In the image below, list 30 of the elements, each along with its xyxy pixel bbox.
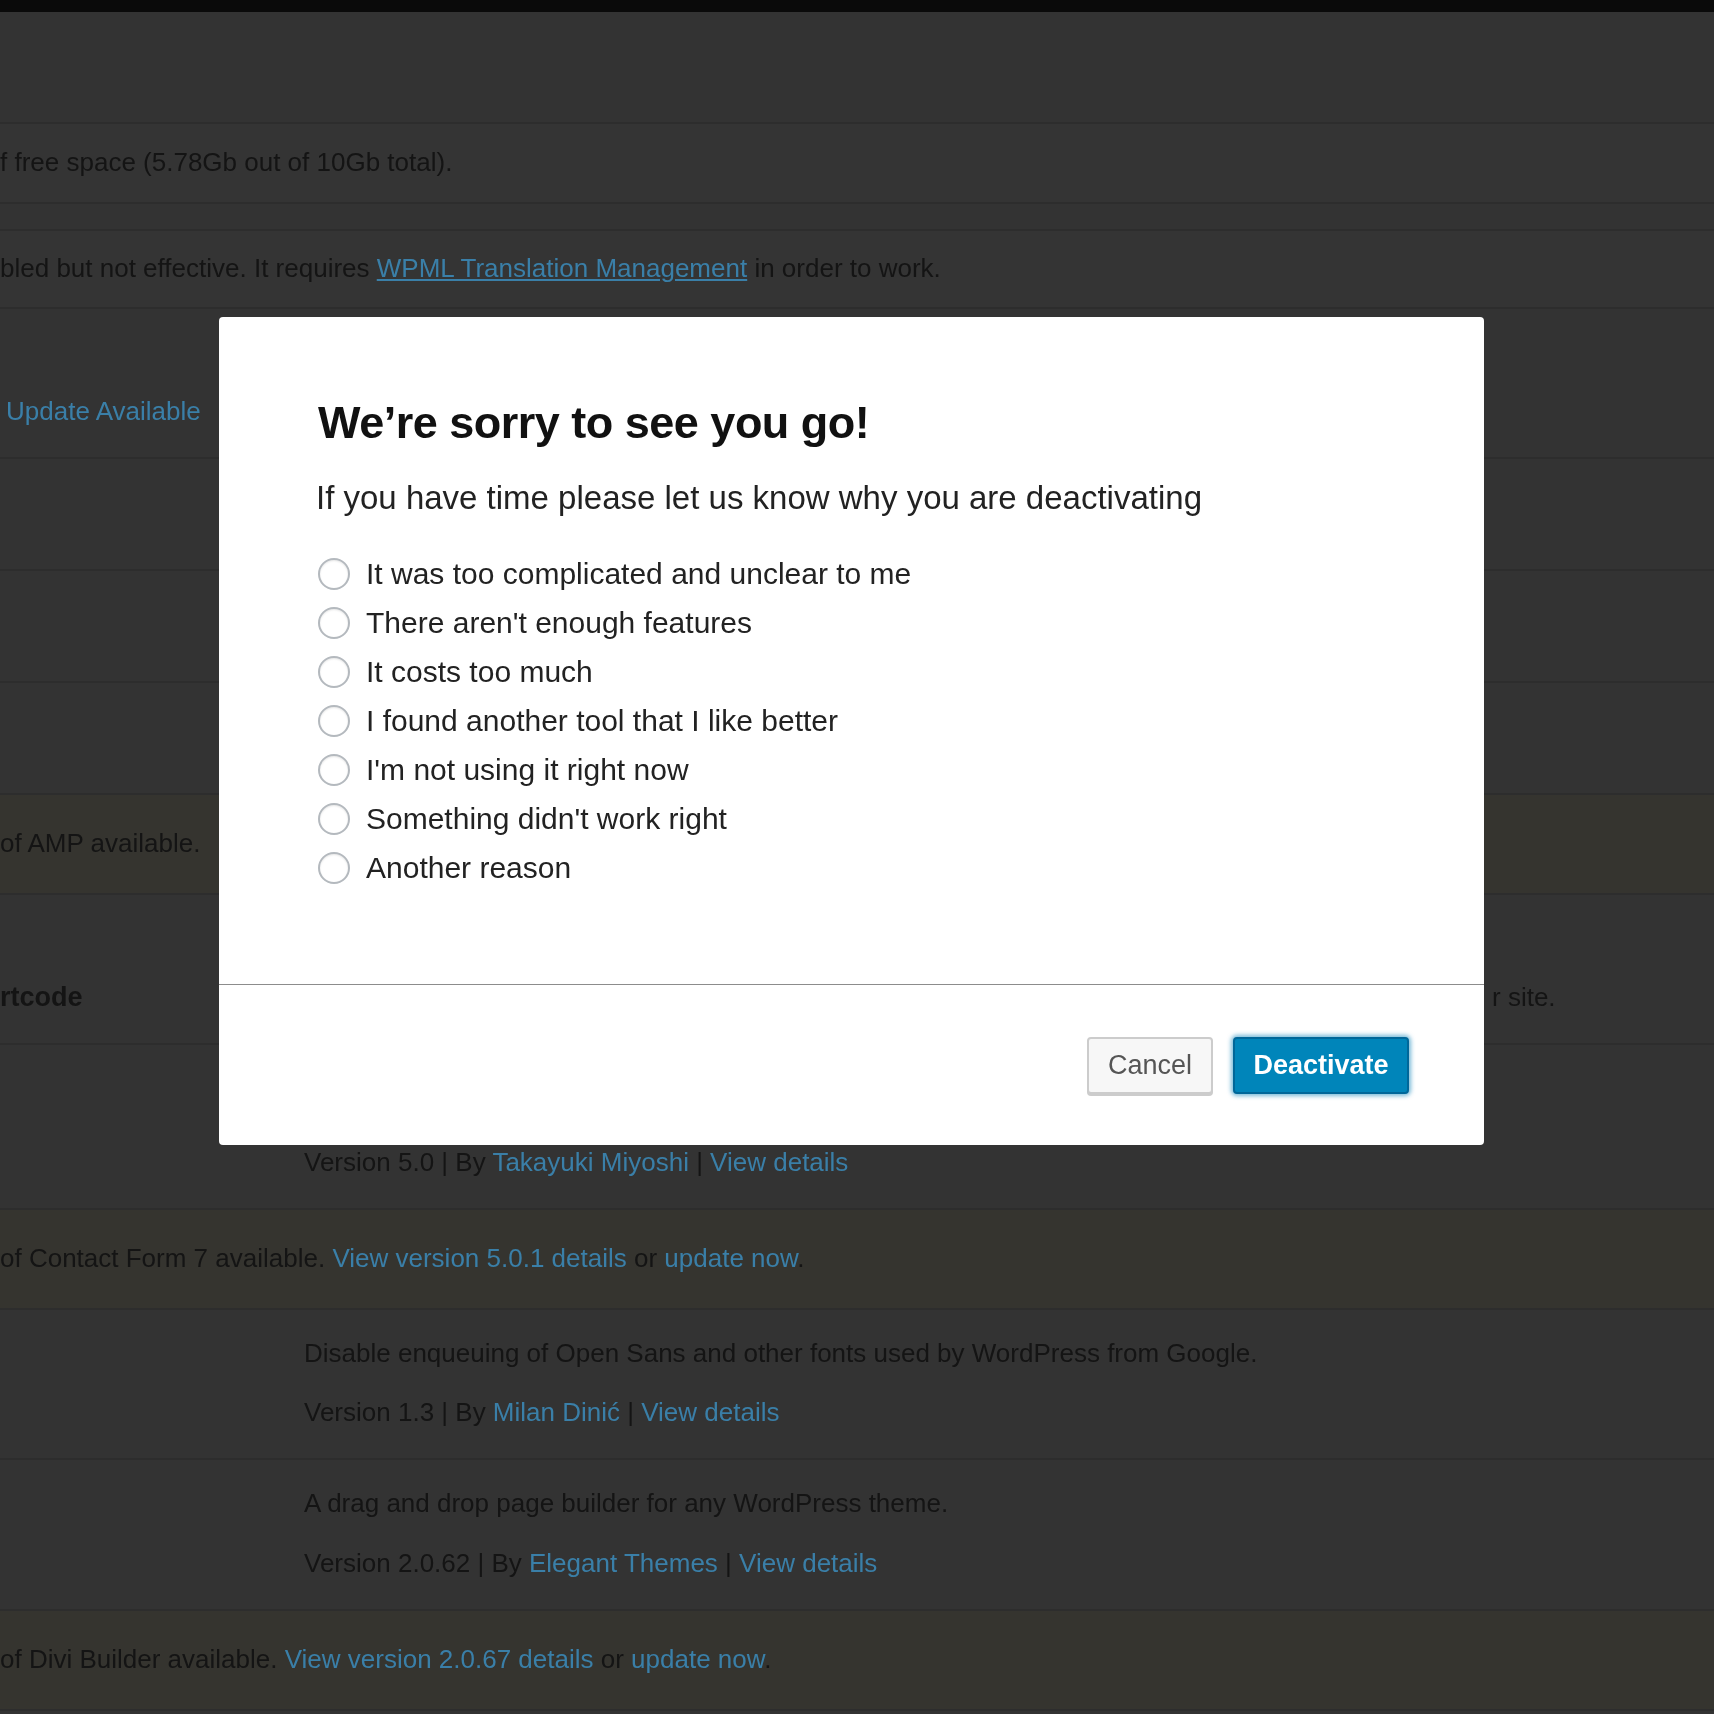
- link[interactable]: WPML Translation Management: [376, 253, 748, 284]
- option-label: Something didn't work right: [366, 802, 727, 836]
- option-label: It was too complicated and unclear to me: [366, 557, 912, 591]
- option-label: There aren't enough features: [366, 606, 752, 640]
- link[interactable]: View version 2.0.67 details: [284, 1644, 594, 1675]
- cancel-button[interactable]: Cancel: [1087, 1036, 1213, 1094]
- dialog-subtitle: If you have time please let us know why you are deactivating: [316, 479, 1203, 517]
- option-label: Another reason: [366, 851, 572, 885]
- radio-button[interactable]: [318, 705, 350, 737]
- option-label: I'm not using it right now: [366, 753, 689, 787]
- deactivate-button[interactable]: Deactivate: [1233, 1036, 1409, 1094]
- link[interactable]: View details: [739, 1547, 878, 1578]
- link[interactable]: update now: [631, 1644, 765, 1675]
- link[interactable]: update now: [664, 1243, 798, 1274]
- link[interactable]: View version 5.0.1 details: [332, 1243, 627, 1274]
- link[interactable]: Update Available: [6, 395, 201, 426]
- radio-button[interactable]: [318, 558, 350, 590]
- link[interactable]: View details: [710, 1146, 849, 1177]
- link[interactable]: Takayuki Miyoshi: [492, 1146, 689, 1177]
- dialog-title: We’re sorry to see you go!: [318, 397, 871, 449]
- radio-button[interactable]: [318, 754, 350, 786]
- link[interactable]: Elegant Themes: [529, 1547, 718, 1578]
- option-label: It costs too much: [366, 655, 593, 689]
- link[interactable]: Milan Dinić: [492, 1397, 620, 1428]
- radio-button[interactable]: [318, 607, 350, 639]
- option-label: I found another tool that I like better: [366, 704, 838, 738]
- radio-button[interactable]: [318, 803, 350, 835]
- radio-button[interactable]: [318, 656, 350, 688]
- radio-button[interactable]: [318, 852, 350, 884]
- link[interactable]: View details: [641, 1397, 780, 1428]
